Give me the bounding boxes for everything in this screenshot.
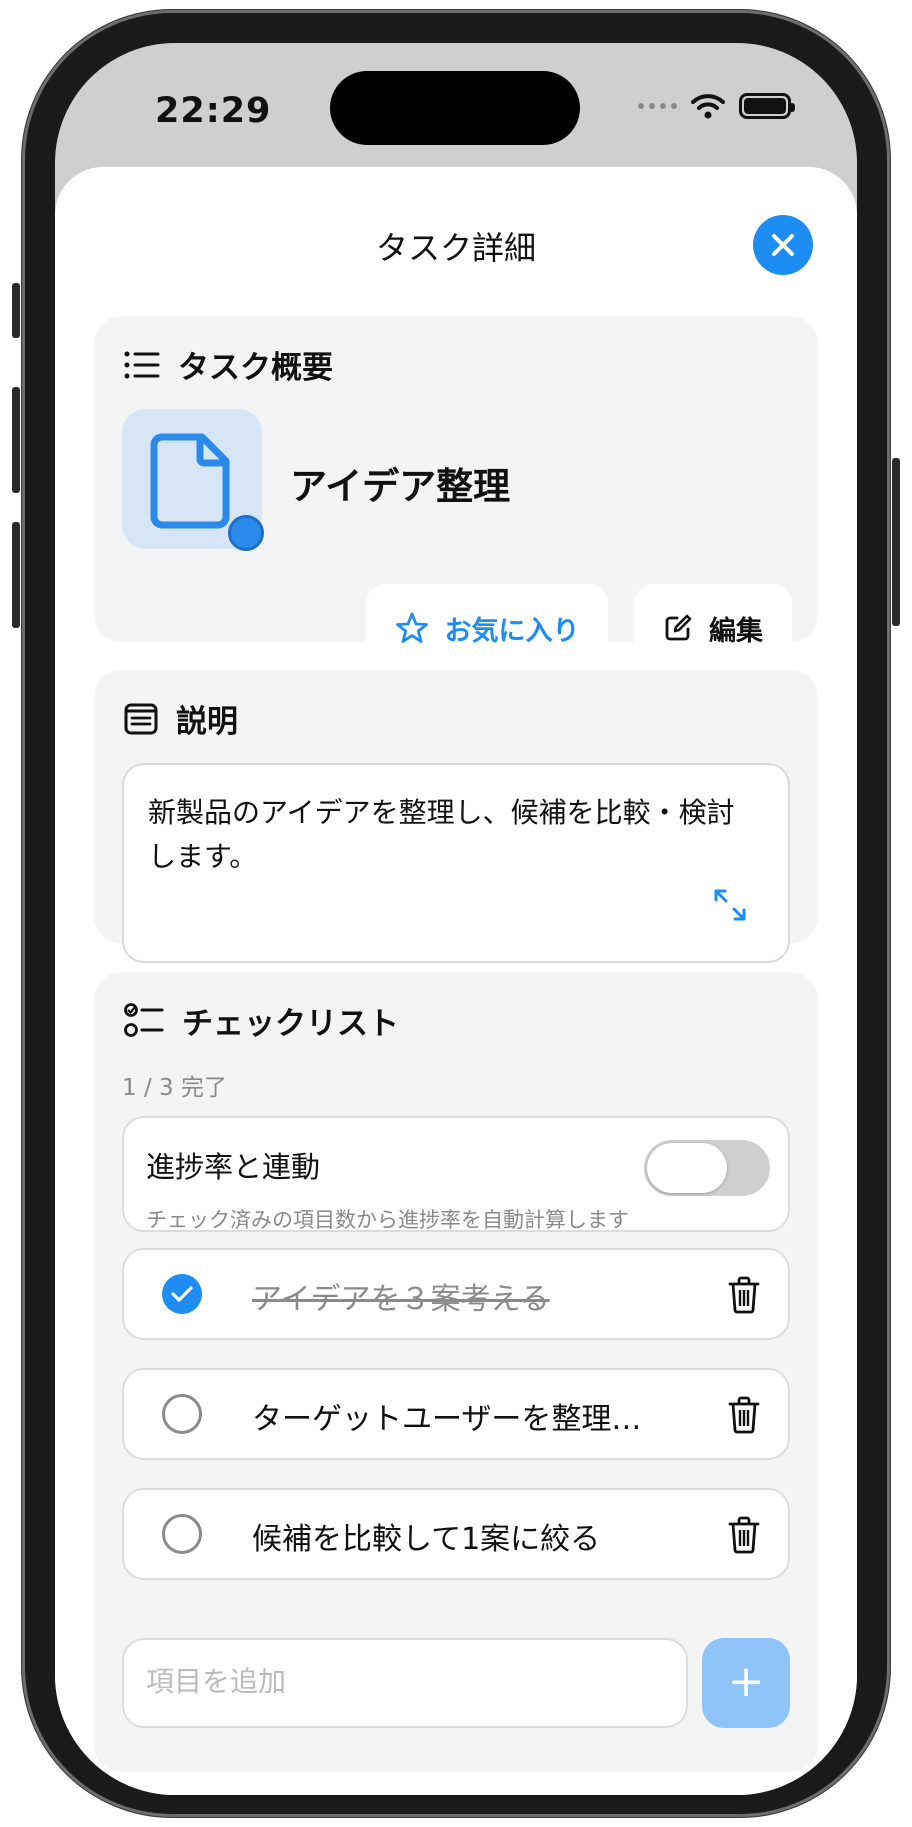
silent-switch — [12, 283, 20, 338]
checklist-item: アイデアを３案考える — [122, 1248, 790, 1340]
edit-icon — [665, 614, 692, 641]
checklist-title: チェックリスト — [182, 1006, 399, 1042]
description-title: 説明 — [176, 704, 238, 740]
volume-up-button — [12, 387, 20, 493]
signal-icon — [638, 103, 677, 109]
description-card: 説明 新製品のアイデアを整理し、候補を比較・検討します。 — [94, 670, 818, 963]
edit-label: 編集 — [709, 615, 763, 647]
item-checkbox[interactable] — [162, 1394, 202, 1434]
status-icons — [638, 93, 795, 119]
dynamic-island — [330, 71, 580, 145]
status-dot — [228, 515, 264, 551]
volume-down-button — [12, 522, 20, 628]
description-box[interactable]: 新製品のアイデアを整理し、候補を比較・検討します。 — [122, 763, 790, 963]
checklist-icon — [124, 1002, 164, 1037]
item-text[interactable]: アイデアを３案考える — [252, 1274, 550, 1318]
progress-sync-toggle[interactable] — [644, 1140, 770, 1196]
screen: 22:29 タスク詳細 タスク概要 アイデア整理 お気に入り 編集 説明 新製品… — [55, 43, 857, 1795]
task-type-badge — [122, 409, 264, 551]
edit-button[interactable]: 編集 — [634, 584, 792, 672]
trash-icon[interactable] — [728, 1516, 760, 1554]
checkmark-icon — [171, 1286, 193, 1302]
close-icon — [772, 234, 794, 256]
overview-header: タスク概要 — [124, 342, 333, 387]
status-time: 22:29 — [155, 91, 272, 131]
star-icon — [395, 612, 428, 643]
toggle-knob — [647, 1143, 727, 1193]
item-text[interactable]: ターゲットユーザーを整理… — [252, 1394, 641, 1438]
checklist-item: 候補を比較して1案に絞る — [122, 1488, 790, 1580]
sync-subtitle: チェック済みの項目数から進捗率を自動計算します — [146, 1208, 629, 1232]
wifi-icon — [691, 94, 725, 119]
description-text: 新製品のアイデアを整理し、候補を比較・検討します。 — [148, 796, 735, 873]
favorite-button[interactable]: お気に入り — [366, 584, 608, 672]
close-button[interactable] — [753, 215, 813, 275]
task-detail-sheet: タスク詳細 タスク概要 アイデア整理 お気に入り 編集 説明 新製品のアイデアを… — [55, 167, 857, 1795]
overview-card: タスク概要 アイデア整理 お気に入り 編集 — [94, 316, 818, 672]
trash-icon[interactable] — [728, 1276, 760, 1314]
add-item-button[interactable]: + — [702, 1638, 790, 1728]
task-name: アイデア整理 — [290, 465, 511, 508]
item-checkbox[interactable] — [162, 1514, 202, 1554]
expand-icon[interactable] — [712, 887, 748, 923]
checklist-item: ターゲットユーザーを整理… — [122, 1368, 790, 1460]
power-button — [892, 458, 900, 626]
add-item-input[interactable]: 項目を追加 — [122, 1638, 688, 1728]
overview-title: タスク概要 — [178, 350, 333, 386]
checklist-header: チェックリスト — [124, 998, 399, 1043]
sync-title: 進捗率と連動 — [146, 1150, 321, 1184]
item-text[interactable]: 候補を比較して1案に絞る — [252, 1514, 600, 1558]
checklist-card: チェックリスト 1 / 3 完了 進捗率と連動 チェック済みの項目数から進捗率を… — [94, 972, 818, 1772]
description-header: 説明 — [124, 696, 238, 741]
checklist-progress: 1 / 3 完了 — [122, 1075, 227, 1101]
sheet-title: タスク詳細 — [375, 229, 536, 267]
note-icon — [124, 703, 158, 734]
item-checkbox[interactable] — [162, 1274, 202, 1314]
battery-icon — [739, 93, 795, 119]
list-icon — [124, 351, 160, 378]
favorite-label: お気に入り — [444, 615, 580, 647]
trash-icon[interactable] — [728, 1396, 760, 1434]
progress-sync-row: 進捗率と連動 チェック済みの項目数から進捗率を自動計算します — [122, 1116, 790, 1232]
